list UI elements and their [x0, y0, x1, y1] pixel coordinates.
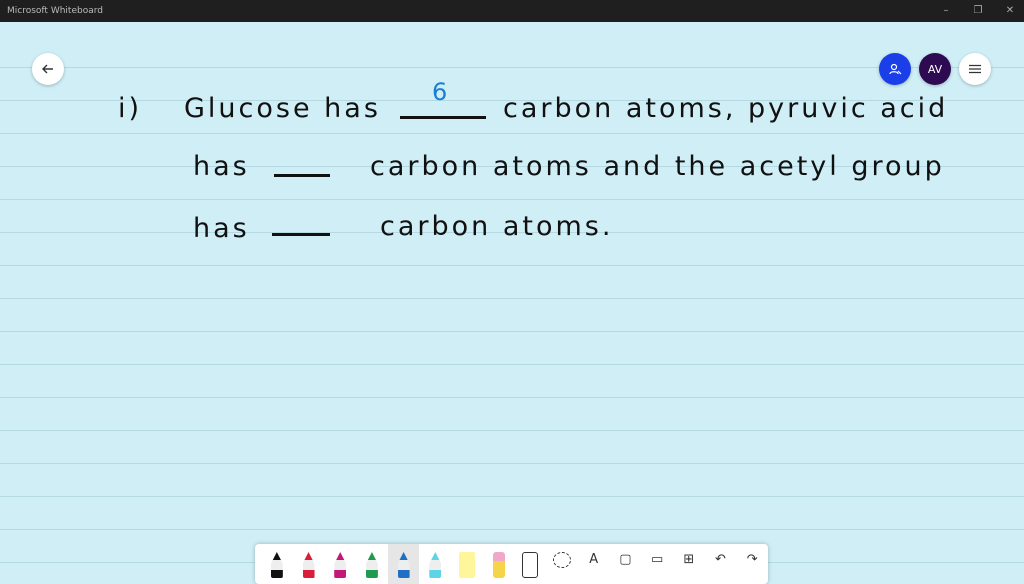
toolbar: A ▢ ▭ ⊞ ↶ ↷	[255, 544, 768, 584]
invite-button[interactable]	[879, 53, 911, 85]
undo-button[interactable]: ↶	[705, 544, 737, 584]
highlighter-tool[interactable]	[451, 544, 483, 584]
avatar[interactable]: AV	[919, 53, 951, 85]
sticky-note-icon[interactable]: ▢	[610, 544, 642, 584]
close-button[interactable]: ✕	[994, 0, 1024, 22]
redo-button[interactable]: ↷	[736, 544, 768, 584]
green-pen-tool[interactable]	[356, 544, 388, 584]
title-bar: Microsoft Whiteboard	[0, 0, 1024, 22]
text-line-3a: has	[193, 213, 250, 244]
app-title: Microsoft Whiteboard	[7, 6, 103, 16]
restore-button[interactable]: ❐	[962, 0, 994, 22]
eraser-tool[interactable]	[483, 544, 515, 584]
cyan-pen-tool[interactable]	[419, 544, 451, 584]
text-tool[interactable]: A	[578, 544, 610, 584]
answer-6: 6	[432, 78, 451, 106]
blank-2	[274, 174, 330, 177]
text-line-1a: Glucose has	[184, 93, 381, 124]
text-line-2a: has	[193, 151, 250, 182]
text-line-2b: carbon atoms and the acetyl group	[370, 151, 945, 182]
minimize-button[interactable]: –	[930, 0, 962, 22]
back-button[interactable]	[32, 53, 64, 85]
item-label: i)	[118, 93, 143, 124]
blank-3	[272, 233, 330, 236]
text-line-3b: carbon atoms.	[380, 211, 614, 242]
image-icon[interactable]: ▭	[641, 544, 673, 584]
magenta-pen-tool[interactable]	[324, 544, 356, 584]
blank-1	[400, 116, 486, 119]
menu-button[interactable]	[959, 53, 991, 85]
blue-pen-tool[interactable]	[387, 544, 420, 584]
plus-box-icon[interactable]: ⊞	[673, 544, 705, 584]
ruler-icon[interactable]	[515, 544, 547, 584]
black-pen-tool[interactable]	[261, 544, 293, 584]
red-pen-tool[interactable]	[293, 544, 325, 584]
hamburger-icon	[969, 64, 981, 74]
arrow-left-icon	[42, 64, 53, 74]
lasso-icon[interactable]	[546, 544, 578, 584]
person-add-icon	[889, 63, 902, 75]
text-line-1b: carbon atoms, pyruvic acid	[503, 93, 949, 124]
